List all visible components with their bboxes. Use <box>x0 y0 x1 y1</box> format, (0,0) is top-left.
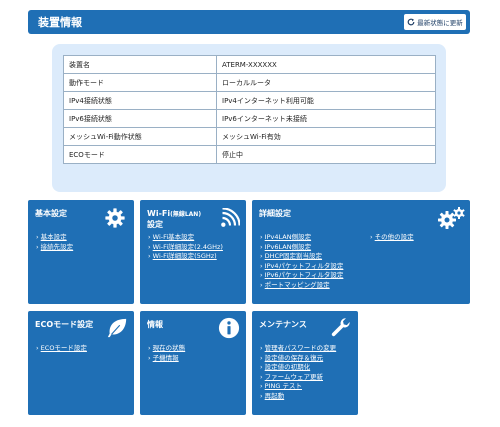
link-ipv6-lan[interactable]: IPv6LAN側設定 <box>260 243 343 253</box>
link-list-right: その他の設定 <box>370 233 414 243</box>
link-connection-settings[interactable]: 接続先設定 <box>36 243 74 253</box>
table-row: IPv4接続状態 IPv4インターネット利用可能 <box>63 91 436 110</box>
leaf-icon <box>107 318 127 338</box>
tile-advanced-settings: 詳細設定 IPv4LAN側設定 IPv6LAN側設定 DHCP固定割当設定 IP… <box>252 200 470 304</box>
row-label: ECOモード <box>63 145 217 164</box>
link-wifi-basic[interactable]: Wi-Fi基本設定 <box>148 233 223 243</box>
table-row: メッシュWi-Fi動作状態 メッシュWi-Fi有効 <box>63 127 436 146</box>
table-row: 動作モード ローカルルータ <box>63 73 436 92</box>
link-other-settings[interactable]: その他の設定 <box>370 233 414 243</box>
link-ipv6-filter[interactable]: IPv6パケットフィルタ設定 <box>260 271 344 281</box>
link-list: 管理者パスワードの変更 設定値の保存＆復元 設定値の初期化 ファームウェア更新 … <box>260 344 337 402</box>
link-admin-password[interactable]: 管理者パスワードの変更 <box>260 344 337 354</box>
link-ipv4-lan[interactable]: IPv4LAN側設定 <box>260 233 343 243</box>
link-wifi-detail-5[interactable]: Wi-Fi詳細設定(5GHz) <box>148 252 223 262</box>
tile-eco-settings: ECOモード設定 ECOモード設定 <box>28 311 134 415</box>
row-value: IPv6インターネット未接続 <box>216 109 436 128</box>
tile-title: 基本設定 <box>35 209 67 218</box>
link-list: Wi-Fi基本設定 Wi-Fi詳細設定(2.4GHz) Wi-Fi詳細設定(5G… <box>148 233 223 262</box>
link-dhcp-fixed[interactable]: DHCP固定割当設定 <box>260 252 343 262</box>
info-icon <box>218 317 240 339</box>
link-list: 基本設定 接続先設定 <box>36 233 74 253</box>
gears-icon <box>438 207 465 229</box>
row-value: ローカルルータ <box>216 73 436 92</box>
page-title: 装置情報 <box>38 16 82 29</box>
tile-title: 情報 <box>147 320 163 329</box>
link-backup-restore[interactable]: 設定値の保存＆復元 <box>260 354 336 364</box>
link-firmware-update[interactable]: ファームウェア更新 <box>260 373 336 383</box>
wifi-icon <box>221 208 240 227</box>
link-port-mapping[interactable]: ポートマッピング設定 <box>260 281 343 291</box>
tile-title: 詳細設定 <box>259 209 291 218</box>
row-value: メッシュWi-Fi有効 <box>216 127 436 146</box>
row-value: 停止中 <box>216 145 436 164</box>
device-info-panel: 装置名 ATERM-XXXXXX 動作モード ローカルルータ IPv4接続状態 IPv… <box>52 44 446 192</box>
row-value: IPv4インターネット利用可能 <box>216 91 436 110</box>
link-list: 現在の状態 子機情報 <box>148 344 186 364</box>
device-info-table: 装置名 ATERM-XXXXXX 動作モード ローカルルータ IPv4接続状態 IPv… <box>63 55 436 164</box>
link-wifi-detail-24[interactable]: Wi-Fi詳細設定(2.4GHz) <box>148 243 223 253</box>
page-header: 装置情報 最新状態に更新 <box>28 10 470 34</box>
row-label: 動作モード <box>63 73 217 92</box>
link-factory-reset[interactable]: 設定値の初期化 <box>260 363 336 373</box>
tile-maintenance: メンテナンス 管理者パスワードの変更 設定値の保存＆復元 設定値の初期化 ファー… <box>252 311 358 415</box>
link-list: ECOモード設定 <box>36 344 87 354</box>
row-value: ATERM-XXXXXX <box>216 55 436 74</box>
link-client-info[interactable]: 子機情報 <box>148 354 185 364</box>
tile-basic-settings: 基本設定 基本設定 接続先設定 <box>28 200 134 304</box>
row-label: IPv4接続状態 <box>63 91 217 110</box>
tile-title: ECOモード設定 <box>35 320 94 329</box>
refresh-icon <box>407 18 415 26</box>
link-reboot[interactable]: 再起動 <box>260 392 336 402</box>
link-list: IPv4LAN側設定 IPv6LAN側設定 DHCP固定割当設定 IPv4パケッ… <box>260 233 344 291</box>
link-current-status[interactable]: 現在の状態 <box>148 344 186 354</box>
tile-wifi-settings: Wi-Fi(無線LAN) 設定 Wi-Fi基本設定 Wi-Fi詳細設定(2.4G… <box>140 200 246 304</box>
tile-title: メンテナンス <box>259 320 307 329</box>
link-basic-settings[interactable]: 基本設定 <box>36 233 73 243</box>
tile-title: Wi-Fi(無線LAN) 設定 <box>147 209 202 229</box>
refresh-label: 最新状態に更新 <box>417 19 463 27</box>
row-label: メッシュWi-Fi動作状態 <box>63 127 217 146</box>
refresh-button[interactable]: 最新状態に更新 <box>404 14 466 30</box>
row-label: IPv6接続状態 <box>63 109 217 128</box>
row-label: 装置名 <box>63 55 217 74</box>
wrench-icon <box>331 318 350 337</box>
gear-icon <box>105 208 125 228</box>
table-row: IPv6接続状態 IPv6インターネット未接続 <box>63 109 436 128</box>
link-ipv4-filter[interactable]: IPv4パケットフィルタ設定 <box>260 262 344 272</box>
link-eco-mode[interactable]: ECOモード設定 <box>36 344 87 354</box>
tile-information: 情報 現在の状態 子機情報 <box>140 311 246 415</box>
table-row: ECOモード 停止中 <box>63 145 436 164</box>
table-row: 装置名 ATERM-XXXXXX <box>63 55 436 74</box>
link-ping-test[interactable]: PING テスト <box>260 382 336 392</box>
